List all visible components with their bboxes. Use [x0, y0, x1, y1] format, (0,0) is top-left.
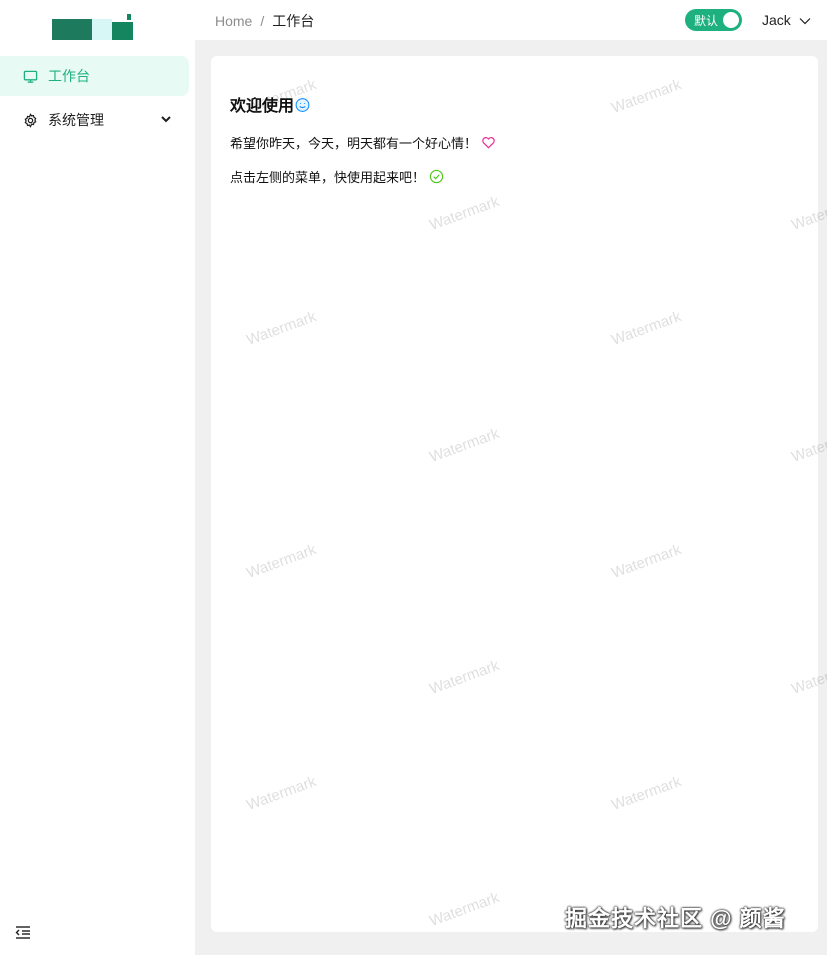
user-name: Jack [762, 12, 791, 28]
sidebar-item-workbench[interactable]: 工作台 [0, 56, 189, 96]
heart-icon [481, 135, 496, 150]
sidebar-item-label: 系统管理 [48, 112, 104, 128]
page-title: 欢迎使用 [230, 92, 310, 116]
chevron-down-icon [799, 14, 811, 26]
check-circle-icon [429, 169, 444, 184]
welcome-card: 欢迎使用 希望你昨天，今天，明天都有一个好心情！ 点击左侧的菜单，快使用起来吧！ [211, 56, 818, 932]
breadcrumb-separator: / [260, 13, 265, 29]
menu-fold-icon[interactable] [14, 924, 32, 940]
sidebar-item-label: 工作台 [48, 68, 90, 84]
gear-icon [22, 112, 38, 128]
breadcrumb: Home / 工作台 [215, 11, 314, 31]
theme-toggle-label: 默认 [694, 14, 719, 28]
smile-icon [295, 97, 310, 112]
top-header: Home / 工作台 默认 Jack [195, 0, 827, 40]
monitor-icon [22, 68, 38, 84]
breadcrumb-home[interactable]: Home [215, 13, 252, 29]
logo [52, 14, 134, 40]
sidebar-item-system-management[interactable]: 系统管理 [0, 100, 189, 140]
chevron-down-icon [159, 112, 173, 126]
greeting-line: 希望你昨天，今天，明天都有一个好心情！ [230, 133, 496, 152]
user-menu[interactable]: Jack [762, 12, 811, 28]
site-stamp: 掘金技术社区 @ 颜酱 [565, 906, 786, 931]
title-text: 欢迎使用 [230, 98, 295, 115]
hint-line: 点击左侧的菜单，快使用起来吧！ [230, 167, 444, 186]
toggle-knob [723, 12, 739, 28]
theme-toggle[interactable]: 默认 [685, 9, 742, 31]
breadcrumb-current: 工作台 [272, 13, 315, 29]
greeting-text: 希望你昨天，今天，明天都有一个好心情！ [230, 136, 478, 151]
hint-text: 点击左侧的菜单，快使用起来吧！ [230, 170, 426, 185]
sidebar: 工作台 系统管理 [0, 0, 195, 955]
